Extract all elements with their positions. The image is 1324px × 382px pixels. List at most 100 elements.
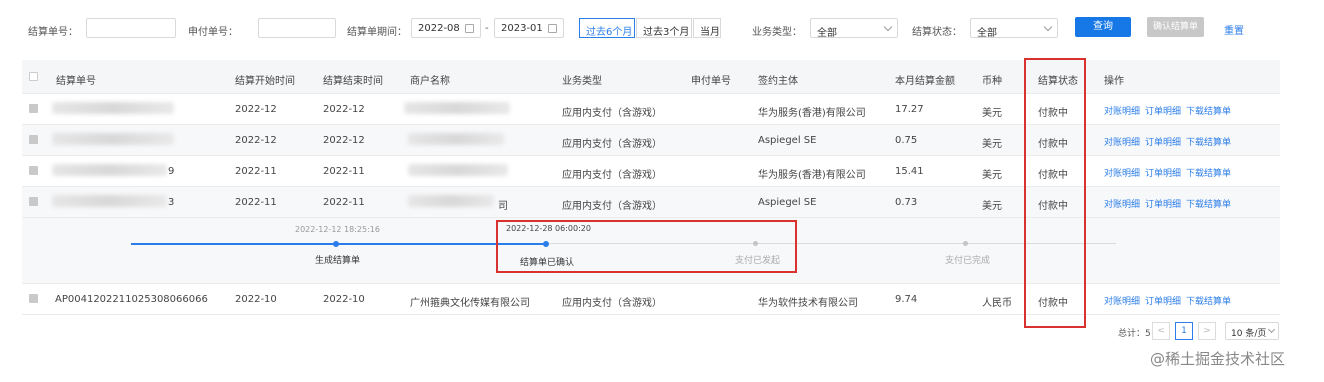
page-size-select[interactable]: 10 条/页 [1225, 322, 1279, 340]
download-settlement-link[interactable]: 下载结算单 [1186, 200, 1231, 210]
page-1-button[interactable]: 1 [1175, 322, 1193, 340]
cell-entity: 华为服务(香港)有限公司 [758, 108, 866, 119]
cell-start: 2022-12 [235, 104, 277, 115]
redacted-merchant [404, 102, 510, 114]
redacted-settle-no [52, 102, 174, 114]
range-3-months-button[interactable]: 过去3个月 [636, 18, 692, 38]
row-actions: 对账明细 订单明细 下载结算单 [1104, 104, 1236, 117]
range-6-months-button[interactable]: 过去6个月 [579, 18, 635, 38]
reconciliation-detail-link[interactable]: 对账明细 [1104, 200, 1140, 210]
row-checkbox[interactable] [29, 294, 38, 303]
order-detail-link[interactable]: 订单明细 [1145, 138, 1181, 148]
col-entity: 签约主体 [758, 76, 798, 87]
col-settle-no: 结算单号 [56, 76, 96, 87]
select-all-checkbox[interactable] [29, 72, 38, 81]
chevron-down-icon [1267, 325, 1276, 334]
confirm-settlement-button[interactable]: 确认结算单 [1147, 17, 1204, 37]
step-label-created: 生成结算单 [315, 256, 361, 266]
cell-currency: 美元 [982, 170, 1002, 181]
row-actions: 对账明细 订单明细 下载结算单 [1104, 135, 1236, 148]
cell-entity: 华为服务(香港)有限公司 [758, 170, 866, 181]
table-row: 3 2022-11 2022-11 司 应用内支付（含游戏） Aspiegel … [22, 187, 1280, 218]
prev-page-button[interactable]: < [1152, 322, 1170, 340]
calendar-icon [465, 24, 474, 33]
biz-type-label: 业务类型： [752, 27, 802, 38]
reconciliation-detail-link[interactable]: 对账明细 [1104, 169, 1140, 179]
col-start-time: 结算开始时间 [235, 76, 295, 87]
order-detail-link[interactable]: 订单明细 [1145, 200, 1181, 210]
redacted-settle-no [52, 164, 167, 176]
cell-amount: 17.27 [895, 104, 924, 115]
settle-no-input[interactable] [86, 18, 176, 38]
cell-biz-type: 应用内支付（含游戏） [562, 108, 662, 119]
start-month-picker[interactable]: 2022-08 [411, 18, 481, 38]
row-checkbox[interactable] [29, 135, 38, 144]
redacted-settle-no [52, 195, 167, 207]
cell-entity: Aspiegel SE [758, 135, 817, 146]
row-actions: 对账明细 订单明细 下载结算单 [1104, 197, 1236, 210]
cell-amount: 9.74 [895, 294, 918, 305]
end-month-picker[interactable]: 2023-01 [494, 18, 564, 38]
confirmed-step-highlight [496, 220, 797, 273]
reconciliation-detail-link[interactable]: 对账明细 [1104, 107, 1140, 117]
col-amount: 本月结算金额 [895, 76, 955, 87]
row-checkbox[interactable] [29, 197, 38, 206]
cell-settle-no: AP0041202211025308066066 [55, 294, 208, 305]
cell-biz-type: 应用内支付（含游戏） [562, 170, 662, 181]
reset-link[interactable]: 重置 [1224, 22, 1244, 37]
total-count: 总计：5 [1118, 329, 1151, 339]
cell-merchant: 广州箍典文化传媒有限公司 [410, 298, 530, 309]
cell-amount: 0.73 [895, 197, 918, 208]
range-current-month-button[interactable]: 当月 [693, 18, 721, 38]
col-currency: 币种 [982, 76, 1002, 87]
next-page-button[interactable]: > [1198, 322, 1216, 340]
cell-currency: 美元 [982, 201, 1002, 212]
biz-type-select[interactable]: 全部 [810, 18, 898, 39]
redacted-merchant [408, 164, 508, 176]
table-header: 结算单号 结算开始时间 结算结束时间 商户名称 业务类型 申付单号 签约主体 本… [22, 60, 1280, 94]
start-month-value: 2022-08 [418, 23, 460, 34]
page-size-value: 10 条/页 [1231, 329, 1267, 339]
calendar-icon [548, 24, 557, 33]
download-settlement-link[interactable]: 下载结算单 [1186, 138, 1231, 148]
end-month-value: 2023-01 [501, 23, 543, 34]
cell-amount: 0.75 [895, 135, 918, 146]
cell-biz-type: 应用内支付（含游戏） [562, 201, 662, 212]
table-row: AP0041202211025308066066 2022-10 2022-10… [22, 284, 1280, 315]
row-checkbox[interactable] [29, 104, 38, 113]
table-row: 9 2022-11 2022-11 应用内支付（含游戏） 华为服务(香港)有限公… [22, 156, 1280, 187]
cell-amount: 15.41 [895, 166, 924, 177]
download-settlement-link[interactable]: 下载结算单 [1186, 297, 1231, 307]
apply-no-label: 申付单号： [188, 27, 238, 38]
redacted-settle-no [52, 133, 174, 145]
status-label: 结算状态： [912, 27, 962, 38]
download-settlement-link[interactable]: 下载结算单 [1186, 169, 1231, 179]
cell-biz-type: 应用内支付（含游戏） [562, 298, 662, 309]
watermark: @稀土掘金技术社区 [1150, 350, 1286, 368]
col-apply-no: 申付单号 [691, 76, 731, 87]
col-end-time: 结算结束时间 [323, 76, 383, 87]
apply-no-input[interactable] [258, 18, 336, 38]
table-row: 2022-12 2022-12 应用内支付（含游戏） Aspiegel SE 0… [22, 125, 1280, 156]
status-select[interactable]: 全部 [970, 18, 1058, 39]
order-detail-link[interactable]: 订单明细 [1145, 169, 1181, 179]
settlement-table: 结算单号 结算开始时间 结算结束时间 商户名称 业务类型 申付单号 签约主体 本… [22, 60, 1280, 315]
row-checkbox[interactable] [29, 166, 38, 175]
order-detail-link[interactable]: 订单明细 [1145, 107, 1181, 117]
status-value: 全部 [977, 28, 997, 39]
chevron-down-icon [1043, 22, 1053, 32]
query-button[interactable]: 查询 [1075, 17, 1131, 37]
reconciliation-detail-link[interactable]: 对账明细 [1104, 297, 1140, 307]
order-detail-link[interactable]: 订单明细 [1145, 297, 1181, 307]
cell-end: 2022-11 [323, 166, 365, 177]
cell-currency: 美元 [982, 139, 1002, 150]
reconciliation-detail-link[interactable]: 对账明细 [1104, 138, 1140, 148]
step-label-payment-completed: 支付已完成 [945, 256, 991, 266]
row-actions: 对账明细 订单明细 下载结算单 [1104, 294, 1236, 307]
cell-merchant-tail: 司 [498, 201, 508, 212]
step-dot-created [333, 241, 339, 247]
cell-start: 2022-12 [235, 135, 277, 146]
col-merchant: 商户名称 [410, 76, 450, 87]
download-settlement-link[interactable]: 下载结算单 [1186, 107, 1231, 117]
chevron-down-icon [883, 22, 893, 32]
